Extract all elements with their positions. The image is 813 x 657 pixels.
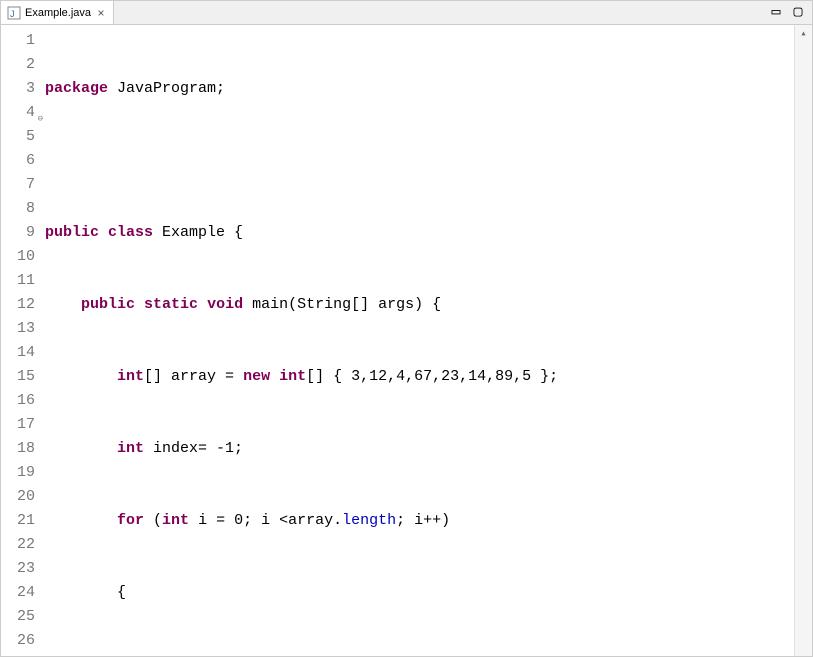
editor: 1234⊖56789101112131415161718192021222324… [1,25,812,656]
line-number: 21 [1,509,41,533]
minimize-icon[interactable]: ▭ [768,3,784,19]
tab-filename: Example.java [25,7,91,19]
line-number: 23 [1,557,41,581]
line-number: 14 [1,341,41,365]
maximize-icon[interactable]: ▢ [790,3,806,19]
line-number: 2 [1,53,41,77]
java-file-icon: J [7,6,21,20]
line-number: 19 [1,461,41,485]
line-number-gutter: 1234⊖56789101112131415161718192021222324… [1,25,41,656]
line-number: 9 [1,221,41,245]
tab-bar: J Example.java × ▭ ▢ [1,1,812,25]
close-icon[interactable]: × [95,7,107,19]
line-number: 17 [1,413,41,437]
line-number: 22 [1,533,41,557]
line-number: 20 [1,485,41,509]
line-number: 1 [1,29,41,53]
line-number: 25 [1,605,41,629]
vertical-scrollbar[interactable]: ▴ [794,25,812,656]
line-number: 18 [1,437,41,461]
line-number: 4⊖ [1,101,41,125]
line-number: 5 [1,125,41,149]
line-number: 6 [1,149,41,173]
line-number: 7 [1,173,41,197]
line-number: 15 [1,365,41,389]
line-number: 3 [1,77,41,101]
editor-tab[interactable]: J Example.java × [1,1,114,24]
line-number: 11 [1,269,41,293]
line-number: 12 [1,293,41,317]
code-area[interactable]: package JavaProgram; public class Exampl… [41,25,794,656]
window-controls: ▭ ▢ [768,3,806,19]
line-number: 13 [1,317,41,341]
line-number: 16 [1,389,41,413]
line-number: 8 [1,197,41,221]
svg-text:J: J [10,9,15,19]
scroll-up-icon[interactable]: ▴ [795,25,812,43]
line-number: 10 [1,245,41,269]
line-number: 26 [1,629,41,653]
line-number: 24 [1,581,41,605]
